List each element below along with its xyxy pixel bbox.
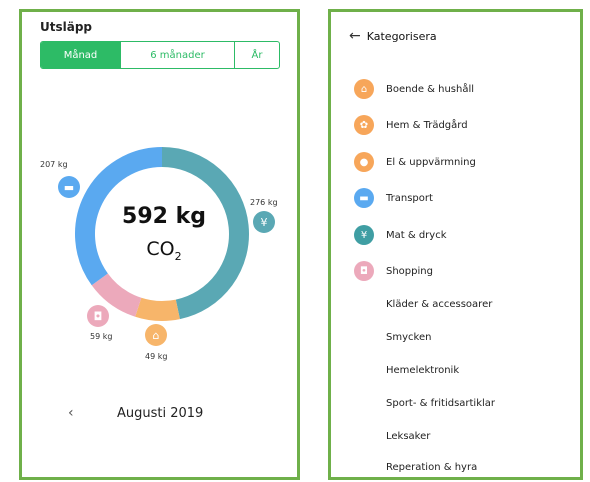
page-title: Kategorisera [366, 29, 437, 43]
transport-kg-label: 207 kg [40, 160, 68, 169]
subcategory-item[interactable]: Sport- & fritidsartiklar [386, 398, 495, 409]
category-item-transport[interactable]: ▬ Transport [354, 187, 433, 209]
shopping-bag-icon: ◘ [354, 261, 374, 281]
shopping-bag-icon[interactable]: ◘ [87, 305, 109, 327]
co2-unit-main: CO [146, 238, 175, 260]
subcategory-item[interactable]: Reperation & hyra [386, 462, 477, 473]
flower-icon: ✿ [354, 115, 374, 135]
subcategory-item[interactable]: Leksaker [386, 431, 430, 442]
header: ← Kategorisera [349, 28, 437, 44]
category-label: Mat & dryck [386, 229, 447, 241]
food-kg-label: 276 kg [250, 198, 278, 207]
housing-kg-label: 49 kg [145, 352, 168, 361]
chevron-left-icon[interactable]: ‹ [68, 405, 74, 421]
donut-segment [135, 297, 180, 321]
category-label: Boende & hushåll [386, 83, 475, 95]
category-item-mat-dryck[interactable]: ¥ Mat & dryck [354, 224, 447, 246]
subcategory-item[interactable]: Hemelektronik [386, 365, 459, 376]
category-label: El & uppvärmning [386, 156, 476, 168]
total-emissions-value: 592 kg [122, 204, 206, 229]
category-item-hem-tradgard[interactable]: ✿ Hem & Trädgård [354, 114, 468, 136]
house-icon[interactable]: ⌂ [145, 324, 167, 346]
co2-unit-label: CO2 [109, 238, 219, 263]
emissions-screen: Utsläpp Månad 6 månader År 592 kg CO2 20… [19, 9, 300, 480]
fork-knife-icon: ¥ [354, 225, 374, 245]
category-item-shopping[interactable]: ◘ Shopping [354, 260, 433, 282]
category-item-boende[interactable]: ⌂ Boende & hushåll [354, 78, 474, 100]
lightbulb-icon: ● [354, 152, 374, 172]
car-icon: ▬ [354, 188, 374, 208]
car-icon[interactable]: ▬ [58, 176, 80, 198]
category-item-el-uppvarmning[interactable]: ● El & uppvärmning [354, 151, 476, 173]
co2-unit-subscript: 2 [174, 249, 182, 263]
house-icon: ⌂ [354, 79, 374, 99]
donut-segment [91, 273, 142, 317]
subcategory-item[interactable]: Kläder & accessoarer [386, 299, 492, 310]
category-label: Hem & Trädgård [386, 119, 468, 131]
subcategory-item[interactable]: Smycken [386, 332, 431, 343]
shopping-kg-label: 59 kg [90, 332, 113, 341]
category-label: Shopping [386, 265, 433, 277]
fork-knife-icon[interactable]: ¥ [253, 211, 275, 233]
categorize-screen: ← Kategorisera ⌂ Boende & hushåll ✿ Hem … [328, 9, 583, 480]
donut-segment [161, 147, 249, 320]
back-arrow-icon[interactable]: ← [349, 28, 361, 44]
current-month-label: Augusti 2019 [117, 406, 204, 421]
month-navigator: ‹ Augusti 2019 [62, 405, 262, 425]
category-label: Transport [386, 192, 433, 204]
